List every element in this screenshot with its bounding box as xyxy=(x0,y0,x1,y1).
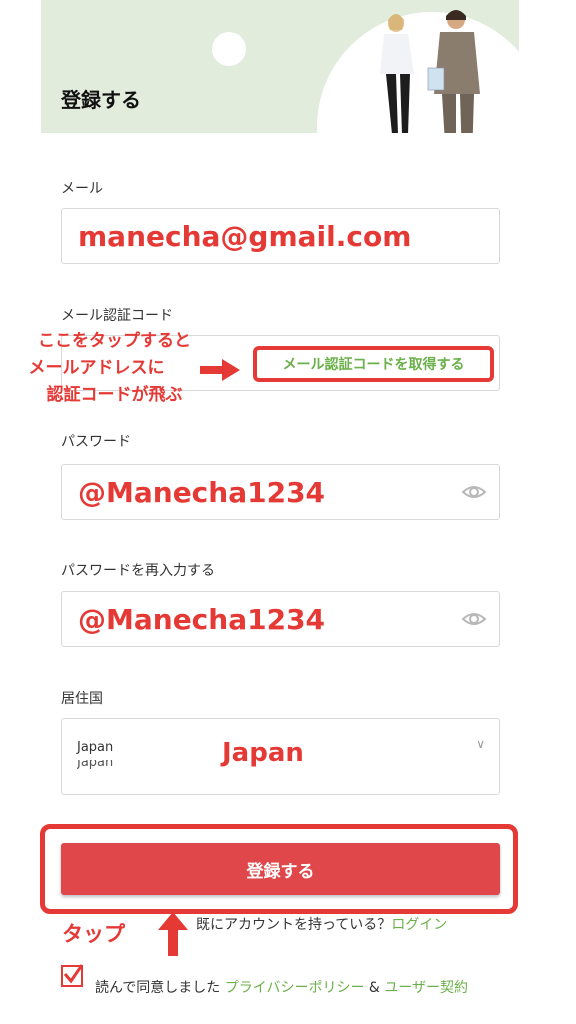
header-banner: 登録する xyxy=(41,0,519,133)
email-field[interactable]: manecha@gmail.com xyxy=(61,208,500,264)
annotation-line-1: ここをタップすると xyxy=(38,331,191,351)
password-label: パスワード xyxy=(61,434,131,450)
register-button[interactable]: 登録する xyxy=(61,843,500,895)
eye-icon[interactable] xyxy=(461,607,487,631)
annotation-line-2: メールアドレスに xyxy=(28,358,165,378)
agreement-amp: & xyxy=(364,980,385,996)
email-value: manecha@gmail.com xyxy=(78,220,412,253)
checkmark-icon xyxy=(63,964,84,984)
user-agreement-link[interactable]: ユーザー契約 xyxy=(384,980,468,996)
agreement-prefix: 読んで同意しました xyxy=(95,980,225,996)
eye-icon[interactable] xyxy=(461,480,487,504)
password-confirm-field[interactable]: @Manecha1234 xyxy=(61,591,500,647)
country-label: 居住国 xyxy=(61,691,103,707)
password-confirm-label: パスワードを再入力する xyxy=(61,563,215,579)
country-selected: Japan xyxy=(77,740,114,755)
login-prompt: 既にアカウントを持っている？ xyxy=(196,917,392,933)
decor-circle-small xyxy=(212,32,246,66)
code-label: メール認証コード xyxy=(61,308,173,324)
privacy-policy-link[interactable]: プライバシーポリシー xyxy=(225,980,365,996)
email-label: メール xyxy=(61,181,103,197)
business-people-illustration xyxy=(380,10,480,133)
tap-annotation: タップ xyxy=(62,922,125,946)
login-row: 既にアカウントを持っている？ログイン xyxy=(196,914,447,934)
password-confirm-value: @Manecha1234 xyxy=(78,603,326,636)
password-value: @Manecha1234 xyxy=(78,476,326,509)
login-link[interactable]: ログイン xyxy=(391,917,447,933)
chevron-down-icon: ∨ xyxy=(476,737,485,751)
annotation-note: ここをタップすると メールアドレスに 認証コードが飛ぶ xyxy=(12,328,217,409)
country-selected-shadow: Japan xyxy=(77,760,114,770)
password-field[interactable]: @Manecha1234 xyxy=(61,464,500,520)
arrow-up-icon xyxy=(158,912,188,956)
agreement-text: 読んで同意しました プライバシーポリシー & ユーザー契約 xyxy=(95,976,495,1000)
annotation-line-3: 認証コードが飛ぶ xyxy=(46,385,183,405)
arrow-right-icon xyxy=(200,359,240,381)
country-annotation: Japan xyxy=(222,738,304,768)
agree-checkbox[interactable] xyxy=(61,964,84,987)
page-title: 登録する xyxy=(61,88,141,112)
get-code-button[interactable]: メール認証コードを取得する xyxy=(253,346,494,382)
country-select[interactable]: Japan Japan Japan ∨ xyxy=(61,718,500,795)
